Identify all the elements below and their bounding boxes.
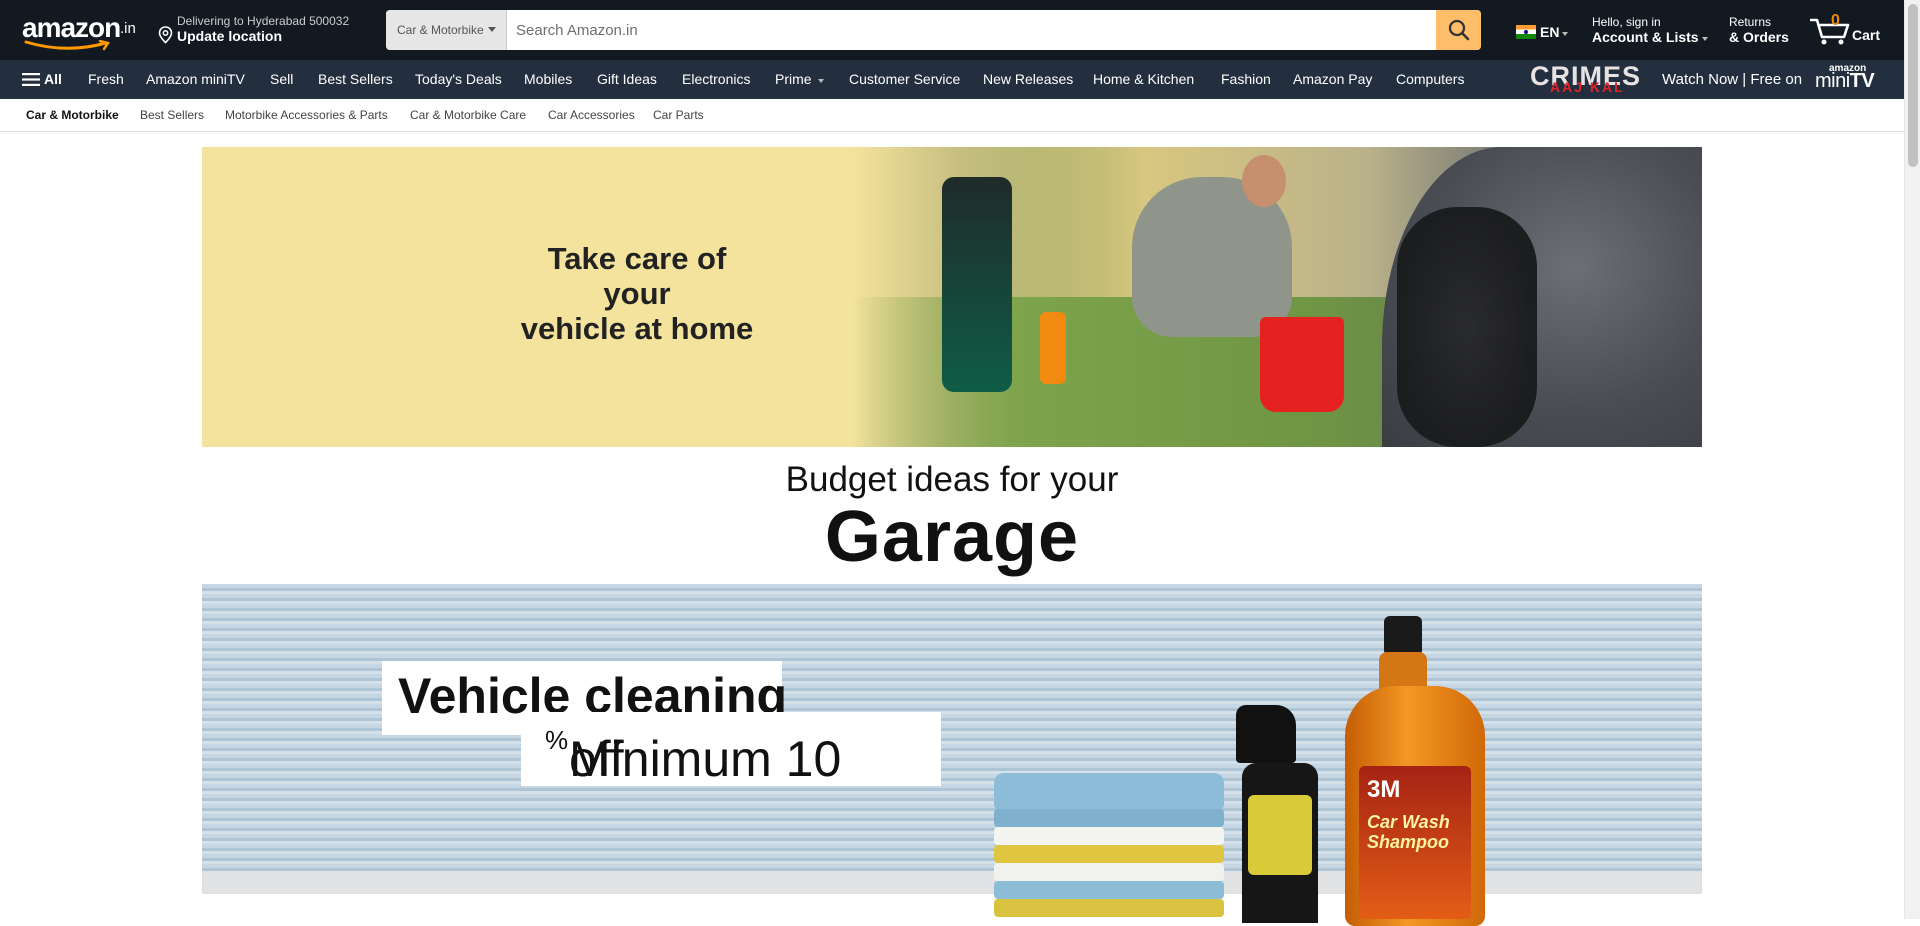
subnav-best-sellers[interactable]: Best Sellers [140, 99, 204, 132]
cart-icon [1810, 18, 1850, 45]
main-nav: All Fresh Amazon miniTV Sell Best Seller… [0, 60, 1904, 99]
chevron-down-icon [1701, 37, 1708, 41]
amazon-logo[interactable]: amazon .in [20, 12, 138, 51]
minitv-promo-show-logo[interactable]: CRIMES AAJ KAL [1530, 61, 1652, 97]
minitv-logo[interactable]: amazon miniTV [1815, 63, 1875, 97]
returns-label: Returns [1729, 15, 1772, 29]
cart-button[interactable]: 0 Cart [1810, 10, 1882, 50]
polish-spray-bottle-image [1222, 705, 1322, 923]
chevron-down-icon [1562, 32, 1569, 36]
offer-label: Minimum 10% off [521, 712, 941, 787]
minitv-promo-text[interactable]: Watch Now | Free on [1662, 60, 1802, 99]
nav-item-todays-deals[interactable]: Today's Deals [415, 60, 502, 99]
hamburger-menu-icon [22, 73, 40, 86]
car-wash-shampoo-image: 3M Car Wash Shampoo [1345, 616, 1485, 926]
nav-item-fashion[interactable]: Fashion [1221, 60, 1271, 99]
product-name: Car Wash Shampoo [1367, 812, 1450, 852]
orders-label: & Orders [1729, 29, 1789, 45]
nav-item-gift-ideas[interactable]: Gift Ideas [597, 60, 657, 99]
nav-item-home-kitchen[interactable]: Home & Kitchen [1093, 60, 1194, 99]
product-brand: 3M [1367, 776, 1401, 803]
subnav-motorbike-accessories-parts[interactable]: Motorbike Accessories & Parts [225, 99, 388, 132]
search-icon [1448, 19, 1469, 41]
chevron-down-icon [817, 79, 824, 83]
update-location: Update location [177, 28, 283, 44]
nav-item-sell[interactable]: Sell [270, 60, 293, 99]
language-label: EN [1540, 24, 1560, 40]
section-title: Garage [824, 497, 1080, 577]
all-label: All [44, 71, 62, 87]
india-flag-icon [1516, 25, 1536, 39]
nav-item-best-sellers[interactable]: Best Sellers [318, 60, 393, 99]
search-button[interactable] [1436, 10, 1481, 50]
subnav-car-parts[interactable]: Car Parts [653, 99, 704, 132]
account-lists-label: Account & Lists [1592, 29, 1708, 45]
minitv-brand: miniTV [1815, 70, 1875, 92]
account-greeting: Hello, sign in [1592, 15, 1661, 29]
nav-item-amazon-minitv[interactable]: Amazon miniTV [146, 60, 245, 99]
offer-text: Minimum 10% off [545, 725, 842, 787]
nav-item-amazon-pay[interactable]: Amazon Pay [1293, 60, 1372, 99]
subnav-car-motorbike[interactable]: Car & Motorbike [26, 99, 119, 132]
nav-item-electronics[interactable]: Electronics [682, 60, 750, 99]
page-scrollbar[interactable] [1904, 0, 1920, 919]
search-category-label: Car & Motorbike [397, 23, 484, 37]
cart-count: 0 [1831, 12, 1840, 29]
returns-orders-link[interactable]: Returns & Orders [1729, 15, 1789, 45]
hero-headline: Take care of your vehicle at home [520, 241, 754, 346]
car-shampoo-bottle-image [1040, 312, 1066, 384]
show-subtitle: AAJ KAL [1550, 79, 1625, 95]
search-bar: Car & Motorbike [386, 10, 1481, 50]
nav-item-mobiles[interactable]: Mobiles [524, 60, 572, 99]
nav-item-new-releases[interactable]: New Releases [983, 60, 1073, 99]
location-pin-icon [158, 26, 173, 44]
chevron-down-icon [487, 27, 496, 32]
pressure-washer-image [942, 177, 1012, 392]
subnav-car-motorbike-care[interactable]: Car & Motorbike Care [410, 99, 526, 132]
all-menu-button[interactable]: All [22, 60, 62, 99]
cart-label: Cart [1852, 27, 1881, 43]
person-head-image [1242, 155, 1286, 207]
nav-item-computers[interactable]: Computers [1396, 60, 1464, 99]
section-subtitle: Budget ideas for your [785, 460, 1119, 499]
top-nav: amazon .in Delivering to Hyderabad 50003… [0, 0, 1904, 60]
logo-domain: .in [120, 20, 136, 37]
subnav-car-accessories[interactable]: Car Accessories [548, 99, 635, 132]
search-input[interactable] [508, 10, 1423, 50]
car-wheel-image [1397, 207, 1537, 447]
search-category-dropdown[interactable]: Car & Motorbike [386, 10, 507, 50]
language-selector[interactable]: EN [1516, 24, 1569, 40]
nav-item-prime[interactable]: Prime [775, 60, 824, 99]
nav-item-customer-service[interactable]: Customer Service [849, 60, 960, 99]
smile-icon [24, 40, 111, 51]
red-bucket-image [1260, 317, 1344, 412]
account-menu[interactable]: Hello, sign in Account & Lists [1592, 15, 1708, 45]
delivery-line1: Delivering to Hyderabad 500032 [177, 14, 350, 28]
category-subnav: Car & Motorbike Best Sellers Motorbike A… [0, 99, 1904, 132]
nav-item-fresh[interactable]: Fresh [88, 60, 124, 99]
microfiber-towels-image [994, 765, 1226, 919]
hero-banner-vehicle-care[interactable]: Take care of your vehicle at home [202, 147, 1702, 447]
scrollbar-thumb[interactable] [1908, 4, 1918, 167]
